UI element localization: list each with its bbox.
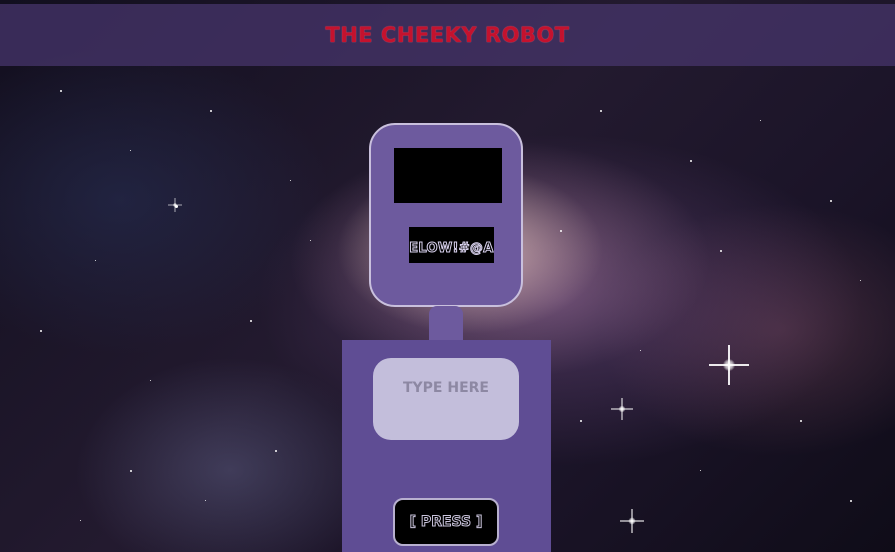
- star: [580, 420, 582, 422]
- robot-response-text: BELOW!#@AS: [409, 241, 494, 256]
- app-title: THE CHEEKY ROBOT: [325, 23, 570, 47]
- star: [560, 230, 562, 232]
- star: [850, 500, 852, 502]
- message-input[interactable]: [373, 358, 519, 440]
- star: [290, 180, 291, 181]
- robot-body: [ PRESS ]: [342, 340, 551, 552]
- star: [310, 240, 311, 241]
- bright-star: [611, 398, 633, 420]
- star: [800, 420, 802, 422]
- star: [860, 280, 861, 281]
- star: [275, 450, 277, 452]
- robot-head: BELOW!#@AS: [369, 123, 523, 307]
- star: [720, 250, 722, 252]
- star: [80, 520, 81, 521]
- press-button[interactable]: [ PRESS ]: [393, 498, 499, 546]
- star: [700, 470, 701, 471]
- star: [640, 350, 641, 351]
- robot-eyes-screen: [394, 148, 502, 203]
- robot-mouth-screen: BELOW!#@AS: [409, 227, 494, 263]
- star: [130, 470, 132, 472]
- star: [40, 330, 42, 332]
- star: [210, 110, 212, 112]
- star: [690, 160, 692, 162]
- bright-star: [709, 345, 749, 385]
- star: [600, 110, 602, 112]
- bright-star: [168, 198, 182, 212]
- star: [150, 380, 151, 381]
- star: [130, 150, 131, 151]
- star: [760, 120, 761, 121]
- star: [95, 260, 96, 261]
- star: [60, 90, 62, 92]
- star: [830, 200, 832, 202]
- bright-star: [620, 509, 644, 533]
- star: [250, 320, 252, 322]
- star: [205, 500, 206, 501]
- header-bar: THE CHEEKY ROBOT: [0, 4, 895, 66]
